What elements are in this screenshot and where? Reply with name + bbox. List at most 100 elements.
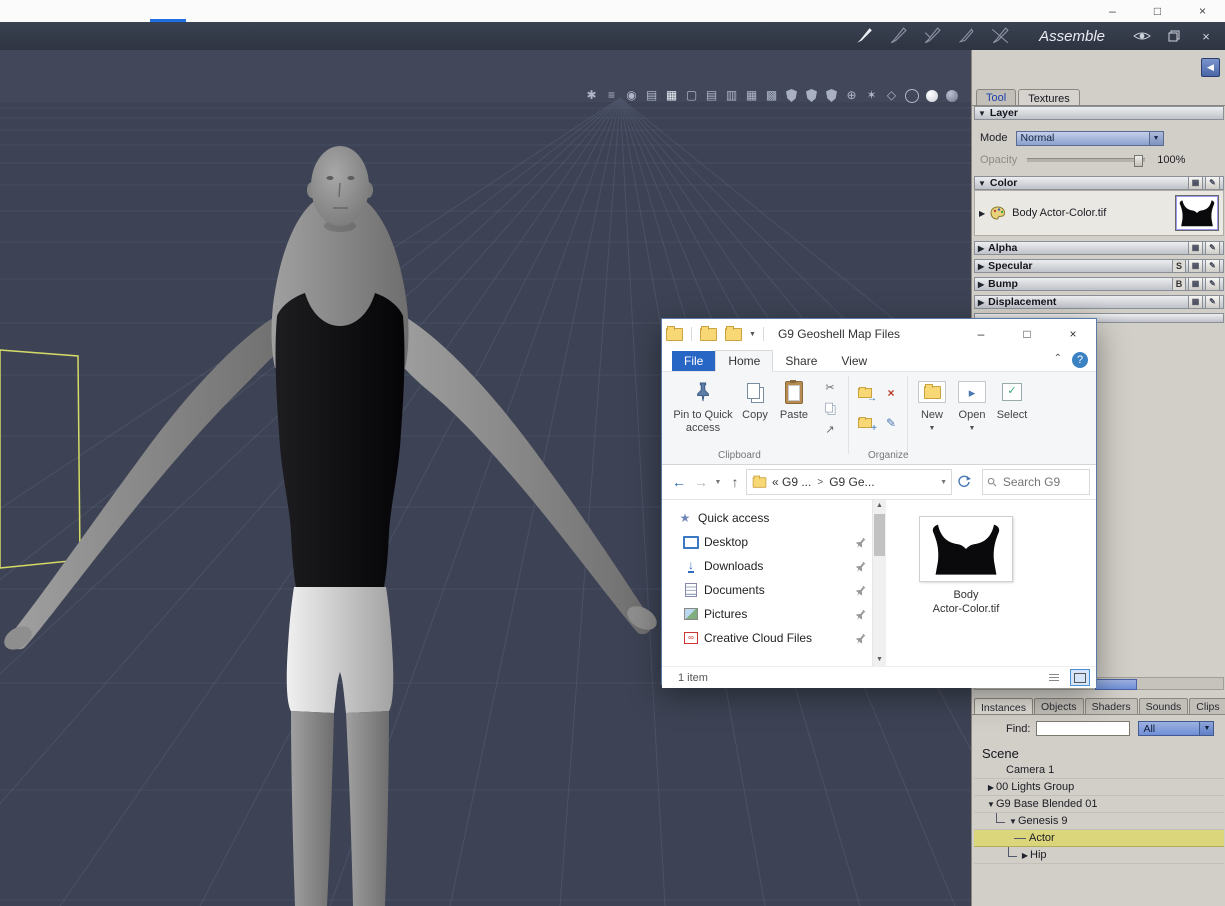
chevron-right-icon[interactable]: ▶ [979,209,985,218]
nav-downloads[interactable]: ↓ Downloads [662,554,872,578]
blend-mode-select[interactable]: Normal ▼ [1015,130,1164,146]
close-icon[interactable]: × [1050,319,1096,349]
tab-tool[interactable]: Tool [976,89,1017,105]
maximize-icon[interactable]: □ [1004,319,1050,349]
search-input[interactable] [1000,474,1085,490]
tab-view[interactable]: View [829,351,879,371]
files-pane[interactable]: Body Actor-Color.tif [886,500,1096,666]
restore-pane-icon[interactable] [1165,27,1183,45]
textured-sphere-icon[interactable] [944,88,959,103]
refresh-icon[interactable] [952,475,976,489]
chevron-down-icon[interactable]: ▼ [749,331,756,338]
minimize-icon[interactable]: – [1090,0,1135,22]
layout-single-icon[interactable]: ▢ [684,88,699,103]
layout-rows-icon[interactable]: ▤ [704,88,719,103]
visibility-eye-icon[interactable] [1133,27,1151,45]
back-icon[interactable]: ← [668,474,690,490]
color-map-row[interactable]: ▶ Body Actor-Color.tif [974,190,1224,236]
tab-textures[interactable]: Textures [1018,89,1080,106]
chevron-down-icon[interactable]: ▼ [929,422,936,435]
chevron-down-icon[interactable]: ▼ [1008,817,1018,826]
displacement-section-header[interactable]: ▶ Displacement ▦ ✎ [974,295,1224,309]
tab-instances[interactable]: Instances [974,698,1033,715]
wire-sphere-icon[interactable] [904,88,919,103]
chevron-down-icon[interactable]: ▼ [969,422,976,435]
tab-home[interactable]: Home [715,350,774,372]
delete-icon[interactable]: × [879,380,903,406]
texture-grid-icon[interactable]: ▦ [1188,241,1203,255]
find-input[interactable] [1036,721,1131,736]
tab-shaders[interactable]: Shaders [1084,698,1138,714]
chevron-right-icon[interactable]: ▶ [1020,851,1030,860]
search-field[interactable] [982,469,1090,495]
properties-folder-icon[interactable] [700,325,717,341]
tab-sounds[interactable]: Sounds [1138,698,1189,714]
chevron-down-icon[interactable]: ▼ [1148,131,1163,145]
details-view-icon[interactable] [1044,669,1064,686]
scroll-up-icon[interactable]: ▲ [873,500,886,512]
scene-item-g9-base[interactable]: ▼ G9 Base Blended 01 [974,796,1224,813]
tab-objects[interactable]: Objects [1033,698,1084,714]
nav-scrollbar[interactable]: ▲ ▼ [872,500,886,666]
layout-columns-icon[interactable]: ▥ [724,88,739,103]
scene-item-camera1[interactable]: Camera 1 [974,762,1224,779]
paint-select-icon[interactable]: ✱ [584,88,599,103]
color-section-header[interactable]: ▼ Color ▦ ✎ [974,176,1224,190]
copy-path-icon[interactable] [822,401,838,415]
shaded-sphere-icon[interactable] [924,88,939,103]
pen-icon[interactable] [957,27,975,45]
eraser-brush-icon[interactable] [991,27,1009,45]
copy-button[interactable]: Copy [736,377,774,422]
scroll-down-icon[interactable]: ▼ [873,654,886,666]
paste-button[interactable]: Paste [774,377,814,422]
grid-icon[interactable]: ▦ [664,88,679,103]
texture-grid-icon[interactable]: ▦ [1188,259,1203,273]
forward-icon[interactable]: → [690,474,712,490]
breadcrumb-current[interactable]: G9 Ge... [829,475,874,489]
new-folder-qat-icon[interactable] [725,325,742,341]
scene-item-hip[interactable]: ▶ Hip [974,846,1224,864]
nav-pictures[interactable]: Pictures [662,602,872,626]
nav-desktop[interactable]: Desktop [662,530,872,554]
paint-brush-icon[interactable] [889,27,907,45]
nav-quick-access[interactable]: ★ Quick access [662,506,872,530]
specular-section-header[interactable]: ▶ Specular S ▦ ✎ [974,259,1224,273]
snow-icon[interactable]: ✶ [864,88,879,103]
minimize-icon[interactable]: – [958,319,1004,349]
up-icon[interactable]: ↑ [724,474,746,490]
texture-grid-icon[interactable]: ▦ [1188,295,1203,309]
scrollbar-thumb[interactable] [1095,679,1137,690]
shield-a-icon[interactable] [784,88,799,103]
edit-map-icon[interactable]: ✎ [1205,241,1220,255]
levels-icon[interactable]: ≡ [604,88,619,103]
close-pane-icon[interactable]: × [1197,27,1215,45]
scene-item-actor-selected[interactable]: Actor [974,830,1224,847]
chevron-right-icon[interactable]: ▶ [986,783,996,792]
rename-icon[interactable]: ✎ [879,410,903,436]
opacity-slider-handle[interactable] [1134,155,1144,167]
scrollbar-thumb[interactable] [874,514,885,556]
layout-grid-icon[interactable]: ▦ [744,88,759,103]
help-icon[interactable]: ? [1072,352,1088,368]
chevron-down-icon[interactable]: ▼ [1199,722,1214,735]
tab-clips[interactable]: Clips [1189,698,1225,714]
edit-map-icon[interactable]: ✎ [1205,277,1220,291]
pin-to-quick-access-button[interactable]: Pin to Quick access [670,377,736,435]
nav-documents[interactable]: Documents [662,578,872,602]
texture-grid-icon[interactable]: ▦ [1188,277,1203,291]
breadcrumb[interactable]: « G9 ... > G9 Ge... ▼ [746,469,952,495]
layout-mixed-icon[interactable]: ▩ [764,88,779,103]
bump-section-header[interactable]: ▶ Bump B ▦ ✎ [974,277,1224,291]
edit-map-icon[interactable]: ✎ [1205,259,1220,273]
chevron-down-icon[interactable]: ▼ [712,479,724,486]
cut-icon[interactable]: ✂ [822,380,838,394]
texture-grid-icon[interactable]: ▦ [1188,176,1203,190]
motion-icon[interactable]: ◉ [624,88,639,103]
copy-to-icon[interactable]: + [853,410,877,436]
orbit-icon[interactable]: ⊕ [844,88,859,103]
opacity-slider[interactable] [1027,155,1146,167]
nav-creative-cloud[interactable]: ∞ Creative Cloud Files [662,626,872,650]
breadcrumb-parent[interactable]: « G9 ... [772,475,811,489]
thumbnail-view-icon[interactable] [1070,669,1090,686]
color-map-thumbnail[interactable] [1175,195,1219,231]
